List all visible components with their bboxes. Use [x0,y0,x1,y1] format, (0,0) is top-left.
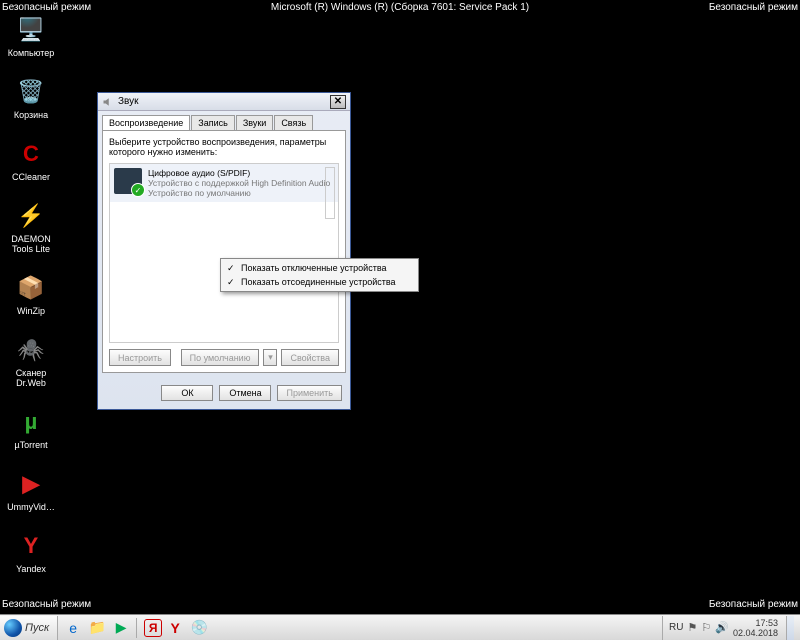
quicklaunch: e 📁 ▶ Я Y 💿 [58,617,214,639]
utorrent-icon: µ [15,406,47,438]
cancel-button[interactable]: Отмена [219,385,271,401]
system-tray: RU ⚑ ⚐ 🔊 17:53 02.04.2018 [662,616,800,640]
clock[interactable]: 17:53 02.04.2018 [733,618,782,638]
icon-label: Сканер Dr.Web [6,368,56,388]
set-default-button: По умолчанию [181,349,260,366]
ctx-label: Показать отключенные устройства [241,263,387,273]
desktop-icon-winzip[interactable]: 📦 WinZip [6,272,56,316]
device-name: Цифровое аудио (S/PDIF) [148,168,330,178]
drweb-icon: 🕷️ [15,334,47,366]
device-item[interactable]: Цифровое аудио (S/PDIF) Устройство с под… [110,164,338,202]
volume-icon[interactable]: 🔊 [715,621,729,634]
tab-comms[interactable]: Связь [274,115,313,130]
default-dropdown: ▾ [263,349,277,366]
disc-icon[interactable]: 💿 [188,617,210,639]
safemode-label: Безопасный режим [2,2,91,13]
ummy-icon: ▶ [15,468,47,500]
recycle-bin-icon: 🗑️ [15,76,47,108]
explorer-icon[interactable]: 📁 [86,617,108,639]
sound-dialog: Звук ✕ Воспроизведение Запись Звуки Связ… [97,92,351,410]
windows-orb-icon [4,619,22,637]
flag-icon[interactable]: ⚑ [688,621,698,634]
desktop-icon-computer[interactable]: 🖥️ Компьютер [6,14,56,58]
device-desc: Устройство с поддержкой High Definition … [148,178,330,188]
icon-label: DAEMON Tools Lite [6,234,56,254]
yandex-browser-icon[interactable]: Y [164,617,186,639]
mediaplayer-icon[interactable]: ▶ [110,617,132,639]
desktop-icons-column: 🖥️ Компьютер 🗑️ Корзина C CCleaner ⚡DAEMON Too… [6,14,56,574]
action-center-icon[interactable]: ⚐ [701,621,711,634]
lang-indicator[interactable]: RU [669,622,683,633]
yandex-search-icon[interactable]: Я [144,619,162,637]
ok-button[interactable]: ОК [161,385,213,401]
ctx-show-disconnected[interactable]: ✓ Показать отсоединенные устройства [223,275,416,289]
tab-strip: Воспроизведение Запись Звуки Связь [98,111,350,130]
configure-button: Настроить [109,349,171,366]
icon-label: WinZip [17,306,45,316]
close-button[interactable]: ✕ [330,95,346,109]
tab-sounds[interactable]: Звуки [236,115,273,130]
vu-meter [325,167,335,219]
icon-label: Компьютер [8,48,55,58]
safemode-label: Безопасный режим [709,599,798,610]
ie-icon[interactable]: e [62,617,84,639]
windows-watermark: Microsoft (R) Windows (R) (Сборка 7601: … [271,2,529,13]
icon-label: µTorrent [14,440,47,450]
desktop-icon-ummy[interactable]: ▶ UmmyVid… [6,468,56,512]
config-button-row: Настроить По умолчанию ▾ Свойства [109,349,339,366]
separator [136,618,140,638]
icon-label: Корзина [14,110,48,120]
apply-button: Применить [277,385,342,401]
device-info: Цифровое аудио (S/PDIF) Устройство с под… [148,168,330,198]
icon-label: UmmyVid… [7,502,55,512]
properties-button: Свойства [281,349,339,366]
icon-label: Yandex [16,564,46,574]
start-button[interactable]: Пуск [0,616,58,640]
dialog-button-row: ОК Отмена Применить [98,377,350,409]
yandex-icon: Y [15,530,47,562]
desktop-icon-recycle-bin[interactable]: 🗑️ Корзина [6,76,56,120]
safemode-label: Безопасный режим [2,599,91,610]
safemode-label: Безопасный режим [709,2,798,13]
tab-content: Выберите устройство воспроизведения, пар… [102,130,346,373]
winzip-icon: 📦 [15,272,47,304]
ctx-show-disabled[interactable]: ✓ Показать отключенные устройства [223,261,416,275]
ctx-label: Показать отсоединенные устройства [241,277,396,287]
titlebar[interactable]: Звук ✕ [98,93,350,111]
desktop-icon-daemon-tools[interactable]: ⚡DAEMON Tools Lite [6,200,56,254]
taskbar: Пуск e 📁 ▶ Я Y 💿 RU ⚑ ⚐ 🔊 17:53 02.04.20… [0,614,800,640]
speaker-icon [102,96,114,108]
tab-playback[interactable]: Воспроизведение [102,115,190,130]
desktop-icon-ccleaner[interactable]: C CCleaner [6,138,56,182]
desktop-icon-yandex[interactable]: Y Yandex [6,530,56,574]
show-desktop-button[interactable] [786,616,794,640]
context-menu: ✓ Показать отключенные устройства ✓ Показа… [220,258,419,292]
check-icon: ✓ [227,277,235,288]
device-icon [114,168,142,194]
time-text: 17:53 [733,618,778,628]
desktop-icon-drweb[interactable]: 🕷️Сканер Dr.Web [6,334,56,388]
date-text: 02.04.2018 [733,628,778,638]
desktop-icon-utorrent[interactable]: µ µTorrent [6,406,56,450]
instruction-text: Выберите устройство воспроизведения, пар… [109,137,339,157]
window-title: Звук [118,96,330,107]
tab-recording[interactable]: Запись [191,115,235,130]
device-status: Устройство по умолчанию [148,188,330,198]
daemon-tools-icon: ⚡ [15,200,47,232]
computer-icon: 🖥️ [15,14,47,46]
ccleaner-icon: C [15,138,47,170]
start-label: Пуск [25,622,49,634]
icon-label: CCleaner [12,172,50,182]
device-list[interactable]: Цифровое аудио (S/PDIF) Устройство с под… [109,163,339,343]
check-icon: ✓ [227,263,235,274]
